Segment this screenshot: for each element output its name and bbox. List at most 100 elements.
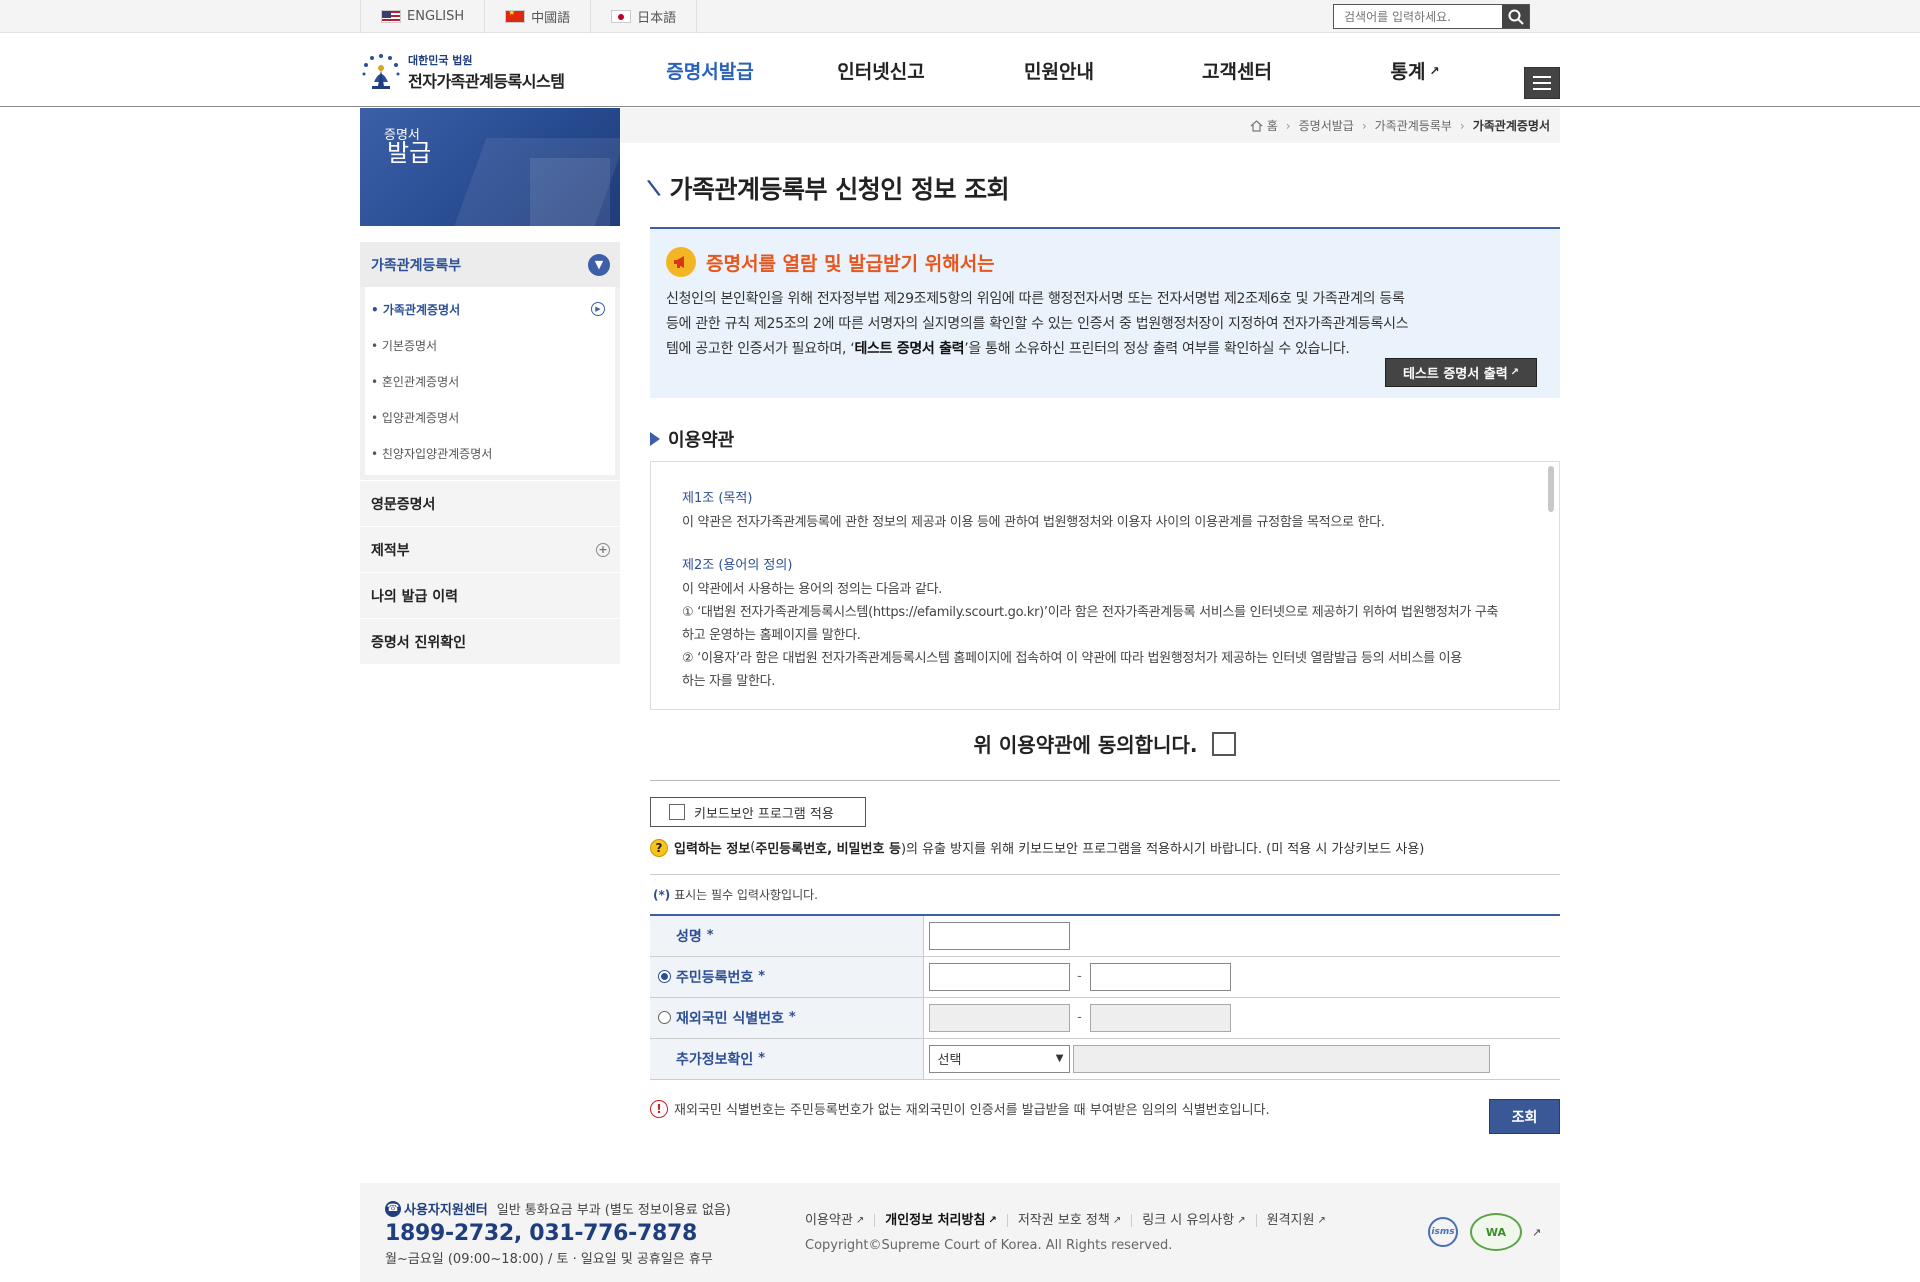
sidebar-item-family-registry[interactable]: 가족관계등록부 ▼ bbox=[360, 242, 620, 287]
sidebar-item-family-relation-cert[interactable]: • 가족관계증명서 ▶ bbox=[365, 291, 615, 327]
overseas-back-input[interactable] bbox=[1089, 1003, 1231, 1032]
question-icon: ? bbox=[650, 838, 668, 857]
footer-link-label: 링크 시 유의사항 bbox=[1142, 1213, 1235, 1228]
terms-text: 하고 운영하는 홈페이지를 말한다. bbox=[682, 628, 861, 643]
sidebar-item-marriage-cert[interactable]: • 혼인관계증명서 bbox=[365, 363, 615, 399]
footer-link-terms[interactable]: 이용약관 ↗ bbox=[805, 1214, 874, 1227]
search-button[interactable] bbox=[1502, 5, 1529, 28]
support-center-title: ☎ 사용자지원센터 일반 통화요금 부과 (별도 정보이용료 없음) bbox=[385, 1199, 731, 1218]
keyboard-security-note: ? 입력하는 정보(주민등록번호, 비밀번호 등)의 유출 방지를 위해 키보드… bbox=[650, 838, 1424, 857]
page-title: \ 가족관계등록부 신청인 정보 조회 bbox=[646, 170, 1010, 206]
external-link-icon: ↗ bbox=[1317, 1214, 1326, 1226]
sidebar-item-authenticity-check[interactable]: 증명서 진위확인 bbox=[360, 618, 620, 664]
sidebar-item-english-cert[interactable]: 영문증명서 bbox=[360, 480, 620, 526]
required-star: (*) bbox=[653, 888, 671, 902]
footer-link-privacy[interactable]: 개인정보 처리방침 ↗ bbox=[874, 1214, 1007, 1227]
sidebar-item-label: • 친양자입양관계증명서 bbox=[371, 446, 493, 461]
agree-label: 위 이용약관에 동의합니다. bbox=[973, 733, 1198, 757]
footer-link-link-policy[interactable]: 링크 시 유의사항 ↗ bbox=[1131, 1214, 1255, 1227]
rrn-front-input[interactable] bbox=[928, 962, 1070, 991]
nav-label: 인터넷신고 bbox=[837, 61, 925, 83]
breadcrumb-current: 가족관계증명서 bbox=[1472, 119, 1550, 133]
rrn-back-input[interactable] bbox=[1089, 962, 1231, 991]
sidebar-item-removed-register[interactable]: 제적부 + bbox=[360, 526, 620, 572]
footer-link-copyright[interactable]: 저작권 보호 정책 ↗ bbox=[1006, 1214, 1131, 1227]
required-star: * bbox=[758, 969, 766, 984]
name-input[interactable] bbox=[928, 921, 1070, 950]
japan-flag-icon bbox=[611, 10, 632, 23]
isms-badge-icon[interactable]: isms bbox=[1428, 1217, 1458, 1247]
wa-badge-icon[interactable]: WA bbox=[1470, 1213, 1522, 1251]
overseas-radio[interactable] bbox=[658, 1011, 671, 1024]
required-star: * bbox=[706, 928, 714, 944]
nav-certificate-issue[interactable]: 증명서발급 bbox=[628, 34, 792, 107]
phone-icon: ☎ bbox=[385, 1200, 401, 1217]
lookup-label: 조회 bbox=[1511, 1109, 1538, 1126]
logo-subtitle: 대한민국 법원 bbox=[408, 54, 473, 67]
nav-internet-report[interactable]: 인터넷신고 bbox=[792, 34, 970, 107]
notice-box: 증명서를 열람 및 발급받기 위해서는 신청인의 본인확인을 위해 전자정부법 … bbox=[650, 227, 1560, 398]
rrn-label: 주민등록번호 bbox=[676, 969, 754, 986]
sidebar-item-adoption-cert[interactable]: • 입양관계증명서 bbox=[365, 399, 615, 435]
sidebar-item-basic-cert[interactable]: • 기본증명서 bbox=[365, 327, 615, 363]
test-print-label: 테스트 증명서 출력 bbox=[1402, 367, 1508, 382]
court-logo-icon bbox=[362, 54, 400, 89]
nav-statistics[interactable]: 통계 ↗ bbox=[1326, 34, 1504, 107]
terms-article-title: 제1조 (목적) bbox=[682, 491, 753, 506]
label-wrap: 추가정보확인 * bbox=[650, 1049, 923, 1069]
terms-scrollbar[interactable] bbox=[1548, 466, 1554, 512]
sidebar-item-my-history[interactable]: 나의 발급 이력 bbox=[360, 572, 620, 618]
keyboard-security-toggle[interactable]: 키보드보안 프로그램 적용 bbox=[650, 797, 866, 827]
warn-note-text: 재외국민 식별번호는 주민등록번호가 없는 재외국민이 인증서를 발급받을 때 … bbox=[674, 1103, 1270, 1118]
extra-info-select[interactable]: 선택 ▼ bbox=[928, 1044, 1070, 1073]
support-phone: 1899-2732, 031-776-7878 bbox=[385, 1221, 698, 1246]
breadcrumb-item[interactable]: 증명서발급 bbox=[1299, 117, 1354, 134]
extra-info-input[interactable] bbox=[1072, 1044, 1490, 1073]
breadcrumb-home[interactable]: 홈 bbox=[1267, 117, 1278, 134]
overseas-id-note: ! 재외국민 식별번호는 주민등록번호가 없는 재외국민이 인증서를 발급받을 … bbox=[650, 1099, 1270, 1118]
terms-text: ① ‘대법원 전자가족관계등록시스템(https://efamily.scour… bbox=[682, 605, 1499, 620]
site-logo[interactable]: 대한민국 법원 전자가족관계등록시스템 bbox=[360, 52, 565, 92]
lang-chinese-link[interactable]: 中國語 bbox=[484, 0, 590, 33]
search-input[interactable] bbox=[1334, 5, 1502, 28]
form-row-overseas: 재외국민 식별번호 * - bbox=[650, 997, 1560, 1039]
all-menu-button[interactable] bbox=[1524, 67, 1560, 99]
breadcrumb-item[interactable]: 가족관계등록부 bbox=[1375, 117, 1452, 134]
overseas-front-input[interactable] bbox=[928, 1003, 1070, 1032]
lookup-button[interactable]: 조회 bbox=[1489, 1099, 1560, 1134]
footer-link-label: 이용약관 bbox=[805, 1213, 853, 1228]
applicant-form: 성명 * 주민등록번호 * - 재외국민 식별번호 * - 추가정보확인 * 선택 ▼ bbox=[650, 914, 1560, 1080]
notice-line: 등에 관한 규칙 제25조의 2에 따른 서명자의 실지명의를 확인할 수 있는… bbox=[666, 316, 1409, 332]
external-link-icon: ↗ bbox=[1237, 1214, 1246, 1226]
test-print-button[interactable]: 테스트 증명서 출력 ↗ bbox=[1385, 358, 1537, 387]
sidebar-item-label: • 가족관계증명서 bbox=[371, 302, 461, 317]
sidebar-nav: 가족관계등록부 ▼ • 가족관계증명서 ▶ • 기본증명서 • 혼인관계증명서 … bbox=[360, 242, 620, 664]
footer-link-remote-support[interactable]: 원격지원 ↗ bbox=[1255, 1214, 1336, 1227]
lang-japanese-link[interactable]: 日本語 bbox=[590, 0, 698, 33]
breadcrumb: 홈 › 증명서발급 › 가족관계등록부 › 가족관계증명서 bbox=[620, 108, 1560, 143]
support-hours: 월~금요일 (09:00~18:00) / 토 · 일요일 및 공휴일은 휴무 bbox=[385, 1252, 713, 1267]
notice-line: 신청인의 본인확인을 위해 전자정부법 제29조제5항의 위임에 따른 행정전자… bbox=[666, 291, 1405, 307]
terms-text: 하는 자를 말한다. bbox=[682, 674, 776, 689]
label-wrap: 재외국민 식별번호 * bbox=[650, 1008, 923, 1028]
keyboard-security-checkbox[interactable] bbox=[669, 804, 685, 820]
sidebar-item-label: • 혼인관계증명서 bbox=[371, 374, 460, 389]
chevron-down-icon: ▼ bbox=[588, 253, 610, 276]
breadcrumb-separator-icon: › bbox=[1285, 118, 1291, 133]
external-link-icon[interactable]: ↗ bbox=[1532, 1226, 1541, 1239]
title-marker-icon: \ bbox=[645, 174, 662, 202]
terms-article-title: 제2조 (용어의 정의) bbox=[682, 558, 793, 573]
lang-english-link[interactable]: ENGLISH bbox=[360, 0, 484, 33]
nav-civil-guide[interactable]: 민원안내 bbox=[970, 34, 1148, 107]
breadcrumb-separator-icon: › bbox=[1459, 118, 1465, 133]
terms-scroll-box[interactable]: 제1조 (목적) 이 약관은 전자가족관계등록에 관한 정보의 제공과 이용 등… bbox=[650, 461, 1560, 710]
dash-separator: - bbox=[1077, 969, 1082, 984]
nav-customer-center[interactable]: 고객센터 bbox=[1148, 34, 1326, 107]
form-label-cell: 재외국민 식별번호 * bbox=[650, 997, 924, 1039]
sidebar-item-full-adoption-cert[interactable]: • 친양자입양관계증명서 bbox=[365, 435, 615, 471]
main-nav: 증명서발급 인터넷신고 민원안내 고객센터 통계 ↗ bbox=[628, 34, 1504, 107]
agree-checkbox[interactable] bbox=[1212, 731, 1237, 756]
required-note: (*) 표시는 필수 입력사항입니다. bbox=[653, 886, 818, 903]
rrn-radio[interactable] bbox=[658, 970, 671, 983]
lang-label: 日本語 bbox=[637, 11, 677, 26]
